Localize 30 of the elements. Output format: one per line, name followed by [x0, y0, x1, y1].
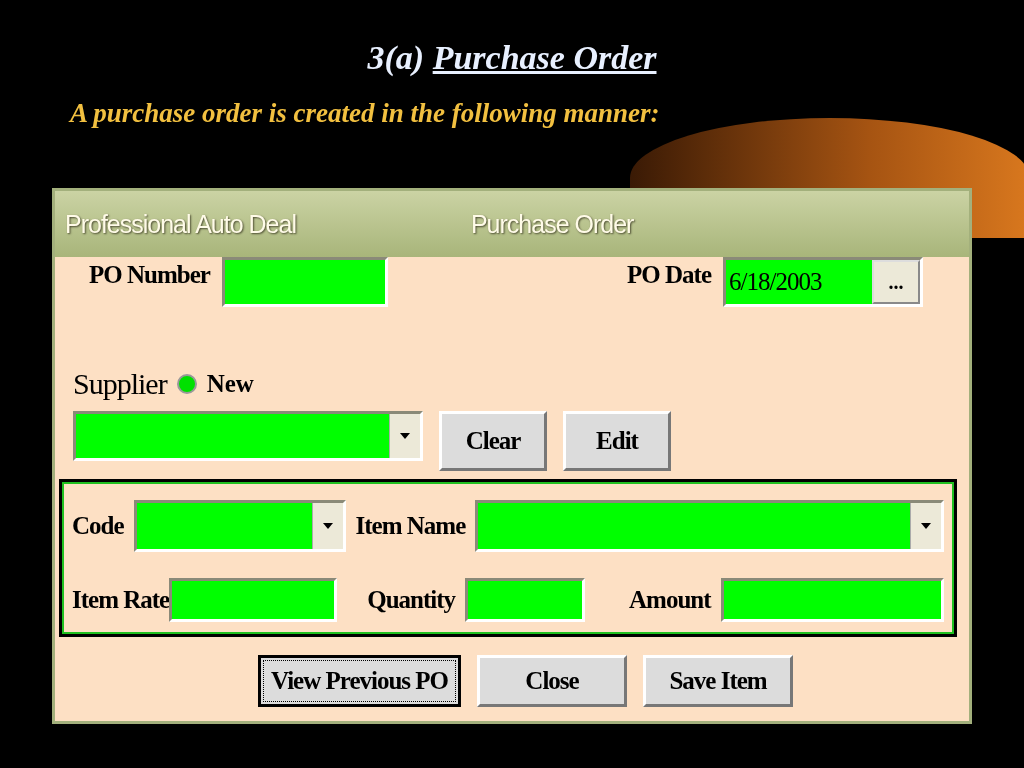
- app-name: Professional Auto Deal: [65, 209, 296, 239]
- action-button[interactable]: Save Item: [643, 655, 794, 707]
- slide-subtitle: A purchase order is created in the following manner:: [70, 97, 661, 130]
- amount-label: Amount: [629, 586, 711, 614]
- action-button[interactable]: View Previous PO: [258, 655, 462, 707]
- item-name-label: Item Name: [355, 512, 466, 540]
- supplier-dropdown[interactable]: [73, 411, 423, 461]
- date-picker-button[interactable]: ...: [872, 260, 920, 304]
- radio-label: New: [206, 370, 254, 398]
- po-number-field[interactable]: [221, 257, 388, 307]
- supplier-button[interactable]: Edit: [563, 411, 671, 471]
- slide-title: Purchase Order: [432, 39, 657, 76]
- po-date-field[interactable]: 6/18/2003 ...: [723, 257, 923, 307]
- po-date-value: 6/18/2003: [728, 268, 823, 296]
- action-button[interactable]: Close: [477, 655, 628, 707]
- radio-button[interactable]: [176, 374, 197, 394]
- po-date-label: PO Date: [627, 261, 711, 289]
- amount-field[interactable]: [720, 578, 944, 622]
- po-number-label: PO Number: [89, 261, 210, 289]
- code-dropdown[interactable]: [133, 500, 346, 552]
- item-rate-label: Item Rate: [72, 586, 170, 614]
- slide-number: 3(a): [367, 39, 425, 76]
- supplier-button[interactable]: Clear: [439, 411, 547, 471]
- quantity-field[interactable]: [465, 578, 586, 622]
- code-label: Code: [72, 512, 124, 540]
- supplier-label: Supplier: [73, 367, 167, 401]
- window-title: Purchase Order: [470, 209, 634, 239]
- item-rate-field[interactable]: [169, 578, 338, 622]
- quantity-label: Quantity: [367, 586, 456, 614]
- item-name-dropdown[interactable]: [475, 500, 944, 552]
